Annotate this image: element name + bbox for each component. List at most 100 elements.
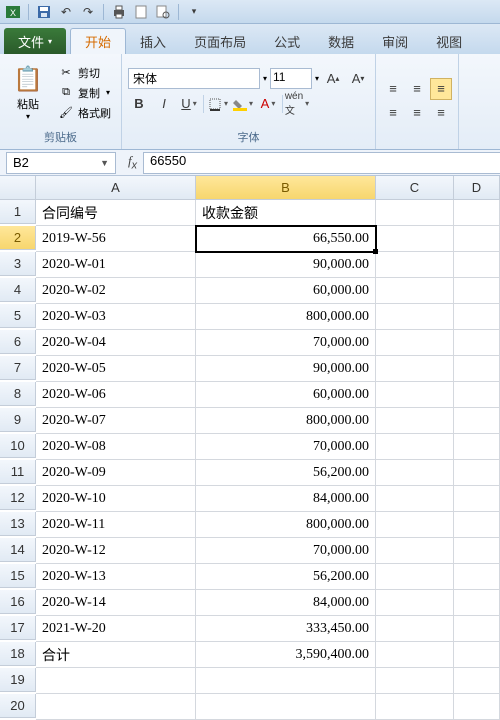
font-color-button[interactable]: A: [257, 93, 279, 115]
cell-D5[interactable]: [454, 304, 500, 330]
tab-6[interactable]: 视图: [422, 28, 476, 54]
font-name-select[interactable]: 宋体: [128, 68, 260, 89]
cell-B13[interactable]: 800,000.00: [196, 512, 376, 538]
row-header-2[interactable]: 2: [0, 226, 36, 250]
cell-A17[interactable]: 2021-W-20: [36, 616, 196, 642]
qat-dropdown-icon[interactable]: ▾: [185, 3, 203, 21]
cell-C9[interactable]: [376, 408, 454, 434]
cell-B4[interactable]: 60,000.00: [196, 278, 376, 304]
cell-D13[interactable]: [454, 512, 500, 538]
cell-D10[interactable]: [454, 434, 500, 460]
row-header-18[interactable]: 18: [0, 642, 36, 666]
new-file-icon[interactable]: [132, 3, 150, 21]
cell-D6[interactable]: [454, 330, 500, 356]
cell-C11[interactable]: [376, 460, 454, 486]
row-header-7[interactable]: 7: [0, 356, 36, 380]
spreadsheet-grid[interactable]: ABCD1合同编号收款金额22019-W-5666,550.0032020-W-…: [0, 176, 500, 720]
cell-D2[interactable]: [454, 226, 500, 252]
cell-C16[interactable]: [376, 590, 454, 616]
cell-A2[interactable]: 2019-W-56: [36, 226, 196, 252]
cell-C4[interactable]: [376, 278, 454, 304]
italic-button[interactable]: I: [153, 93, 175, 115]
cell-C17[interactable]: [376, 616, 454, 642]
copy-button[interactable]: ⧉复制▾: [54, 84, 115, 102]
row-header-19[interactable]: 19: [0, 668, 36, 692]
redo-icon[interactable]: ↷: [79, 3, 97, 21]
cell-B3[interactable]: 90,000.00: [196, 252, 376, 278]
row-header-3[interactable]: 3: [0, 252, 36, 276]
tab-5[interactable]: 审阅: [368, 28, 422, 54]
bold-button[interactable]: B: [128, 93, 150, 115]
cell-D15[interactable]: [454, 564, 500, 590]
row-header-20[interactable]: 20: [0, 694, 36, 718]
cell-B6[interactable]: 70,000.00: [196, 330, 376, 356]
align-middle-icon[interactable]: ≡: [406, 78, 428, 100]
cell-A7[interactable]: 2020-W-05: [36, 356, 196, 382]
cell-D3[interactable]: [454, 252, 500, 278]
cell-B10[interactable]: 70,000.00: [196, 434, 376, 460]
formula-input[interactable]: 66550: [143, 152, 500, 174]
cell-A19[interactable]: [36, 668, 196, 694]
row-header-17[interactable]: 17: [0, 616, 36, 640]
cell-B18[interactable]: 3,590,400.00: [196, 642, 376, 668]
align-top-icon[interactable]: ≡: [382, 78, 404, 100]
cell-B2[interactable]: 66,550.00: [196, 226, 376, 252]
cell-A9[interactable]: 2020-W-07: [36, 408, 196, 434]
cell-C18[interactable]: [376, 642, 454, 668]
cell-B17[interactable]: 333,450.00: [196, 616, 376, 642]
row-header-10[interactable]: 10: [0, 434, 36, 458]
col-header-A[interactable]: A: [36, 176, 196, 200]
cell-B15[interactable]: 56,200.00: [196, 564, 376, 590]
row-header-5[interactable]: 5: [0, 304, 36, 328]
row-header-11[interactable]: 11: [0, 460, 36, 484]
cell-C2[interactable]: [376, 226, 454, 252]
align-left-icon[interactable]: ≡: [382, 102, 404, 124]
cell-D20[interactable]: [454, 694, 500, 720]
align-bottom-icon[interactable]: ≡: [430, 78, 452, 100]
cell-C15[interactable]: [376, 564, 454, 590]
underline-button[interactable]: U: [178, 93, 200, 115]
decrease-font-icon[interactable]: A▾: [347, 68, 369, 90]
cell-A14[interactable]: 2020-W-12: [36, 538, 196, 564]
cell-C13[interactable]: [376, 512, 454, 538]
cell-D4[interactable]: [454, 278, 500, 304]
undo-icon[interactable]: ↶: [57, 3, 75, 21]
cell-A5[interactable]: 2020-W-03: [36, 304, 196, 330]
font-size-select[interactable]: 11: [270, 68, 312, 89]
row-header-4[interactable]: 4: [0, 278, 36, 302]
cell-C6[interactable]: [376, 330, 454, 356]
cell-A13[interactable]: 2020-W-11: [36, 512, 196, 538]
fill-color-button[interactable]: [232, 93, 254, 115]
row-header-15[interactable]: 15: [0, 564, 36, 588]
cell-A1[interactable]: 合同编号: [36, 200, 196, 226]
cell-A12[interactable]: 2020-W-10: [36, 486, 196, 512]
cell-B9[interactable]: 800,000.00: [196, 408, 376, 434]
cell-C1[interactable]: [376, 200, 454, 226]
row-header-6[interactable]: 6: [0, 330, 36, 354]
cell-D17[interactable]: [454, 616, 500, 642]
row-header-12[interactable]: 12: [0, 486, 36, 510]
cell-C19[interactable]: [376, 668, 454, 694]
cell-D1[interactable]: [454, 200, 500, 226]
cell-B14[interactable]: 70,000.00: [196, 538, 376, 564]
cell-B7[interactable]: 90,000.00: [196, 356, 376, 382]
col-header-C[interactable]: C: [376, 176, 454, 200]
tab-1[interactable]: 插入: [126, 28, 180, 54]
tab-0[interactable]: 开始: [70, 28, 126, 54]
save-icon[interactable]: [35, 3, 53, 21]
fx-icon[interactable]: fx: [128, 153, 137, 172]
row-header-16[interactable]: 16: [0, 590, 36, 614]
cell-A18[interactable]: 合计: [36, 642, 196, 668]
cell-D18[interactable]: [454, 642, 500, 668]
row-header-13[interactable]: 13: [0, 512, 36, 536]
cell-A3[interactable]: 2020-W-01: [36, 252, 196, 278]
cell-C5[interactable]: [376, 304, 454, 330]
cell-A16[interactable]: 2020-W-14: [36, 590, 196, 616]
select-all-corner[interactable]: [0, 176, 36, 200]
increase-font-icon[interactable]: A▴: [322, 68, 344, 90]
cell-B1[interactable]: 收款金额: [196, 200, 376, 226]
paste-button[interactable]: 📋 粘贴 ▾: [6, 58, 50, 128]
cell-D14[interactable]: [454, 538, 500, 564]
cell-D8[interactable]: [454, 382, 500, 408]
phonetic-button[interactable]: wén文: [286, 93, 308, 115]
